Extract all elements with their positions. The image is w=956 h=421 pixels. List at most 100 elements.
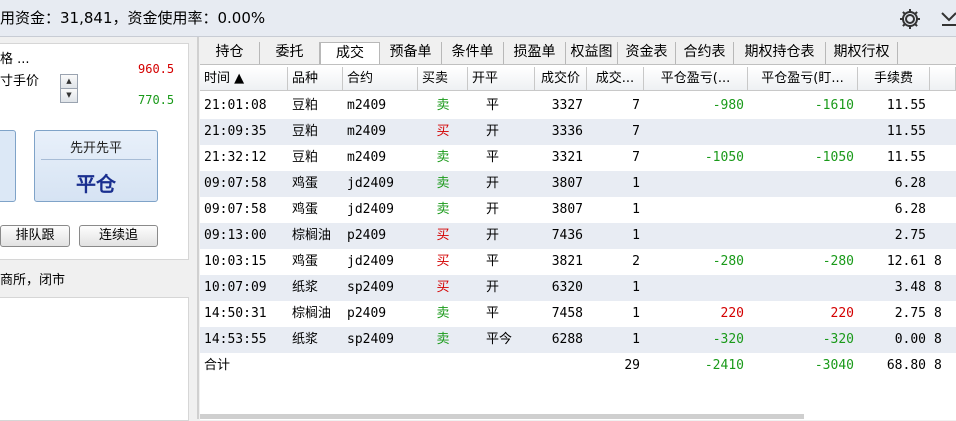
cell-price: 3336	[551, 124, 583, 139]
cell-contract: m2409	[347, 98, 387, 113]
table-row[interactable]: 10:03:15 鸡蛋 jd2409 买 平 3821 2 -280 -280 12.61 8	[200, 249, 956, 275]
cell-fee: 12.61	[886, 254, 926, 269]
panel-splitter[interactable]	[197, 37, 199, 419]
cell-time: 10:03:15	[204, 254, 267, 269]
cell-pnl2: -1050	[814, 150, 854, 165]
cell-qty: 7	[632, 124, 640, 139]
price-type-label[interactable]: 格 ...	[0, 48, 30, 67]
tab-4[interactable]: 条件单	[442, 42, 504, 64]
column-header[interactable]: 平仓盈亏(盯...	[748, 67, 858, 91]
collapse-icon[interactable]	[938, 7, 956, 31]
cell-fee: 2.75	[894, 306, 926, 321]
cell-pnl2	[748, 223, 858, 249]
tab-10[interactable]: 期权行权	[826, 42, 898, 64]
cell-variety: 鸡蛋	[292, 202, 319, 217]
table-row[interactable]: 10:07:09 纸浆 sp2409 买 开 6320 1 3.48 8	[200, 275, 956, 301]
continuous-chase-button[interactable]: 连续追	[79, 225, 158, 247]
cell-pnl2	[748, 275, 858, 301]
cell-time: 10:07:09	[204, 280, 267, 295]
cell-qty: 1	[632, 280, 640, 295]
tab-8[interactable]: 合约表	[676, 42, 734, 64]
cell-pnl2	[748, 119, 858, 145]
cell-variety: 豆粕	[292, 150, 319, 165]
cell-pnl2: -320	[822, 332, 854, 347]
column-header[interactable]: 合约	[343, 67, 418, 91]
cell-fee: 3.48	[894, 280, 926, 295]
column-header[interactable]: 时间 ▲	[200, 67, 288, 91]
cell-side: 卖	[436, 332, 450, 347]
cell-side: 卖	[436, 176, 450, 191]
close-position-button[interactable]: 先开先平 平仓	[34, 130, 158, 202]
cell-pnl1	[644, 197, 748, 223]
cell-time: 21:01:08	[204, 98, 267, 113]
open-order-button[interactable]	[0, 130, 16, 202]
column-header[interactable]: 开平	[468, 67, 535, 91]
close-label: 平仓	[76, 172, 116, 196]
column-header[interactable]: 成交...	[587, 67, 644, 91]
tab-0[interactable]: 持仓	[200, 42, 260, 64]
tab-1[interactable]: 委托	[260, 42, 320, 64]
gear-icon[interactable]	[898, 7, 922, 31]
cell-time: 09:07:58	[204, 202, 267, 217]
tab-2[interactable]: 成交	[320, 42, 380, 64]
cell-qty: 1	[632, 332, 640, 347]
cell-variety: 棕榈油	[292, 306, 332, 321]
spin-down-icon[interactable]: ▼	[60, 88, 78, 103]
cell-contract: sp2409	[347, 332, 394, 347]
table-row[interactable]: 21:09:35 豆粕 m2409 买 开 3336 7 11.55	[200, 119, 956, 145]
table-row[interactable]: 09:07:58 鸡蛋 jd2409 卖 开 3807 1 6.28	[200, 197, 956, 223]
column-header[interactable]: 买卖	[418, 67, 468, 91]
spin-up-icon[interactable]: ▲	[60, 74, 78, 89]
cell-extra: 8	[934, 254, 942, 269]
cell-price: 7436	[551, 228, 583, 243]
cell-offset: 开	[486, 228, 500, 243]
table-row[interactable]: 09:13:00 棕榈油 p2409 买 开 7436 1 2.75	[200, 223, 956, 249]
price-spinner[interactable]: ▲ ▼	[60, 74, 78, 103]
column-header-filler	[930, 67, 956, 91]
cell-extra: 8	[934, 306, 942, 321]
cell-pnl1	[644, 223, 748, 249]
cell-fee: 11.55	[886, 98, 926, 113]
exchange-status: 商所，闭市	[0, 273, 66, 288]
column-header[interactable]: 品种	[288, 67, 343, 91]
cell-fee: 11.55	[886, 150, 926, 165]
cell-qty: 7	[632, 98, 640, 113]
tab-5[interactable]: 损盈单	[504, 42, 566, 64]
table-row[interactable]: 21:32:12 豆粕 m2409 卖 平 3321 7 -1050 -1050 11.55	[200, 145, 956, 171]
cell-qty: 1	[632, 176, 640, 191]
cell-pnl2: 220	[830, 306, 854, 321]
cell-contract: p2409	[347, 306, 387, 321]
account-status-bar: 用资金：31,841，资金使用率：0.00%	[0, 0, 956, 37]
cell-time: 09:07:58	[204, 176, 267, 191]
column-header[interactable]: 成交价	[535, 67, 587, 91]
table-row[interactable]: 09:07:58 鸡蛋 jd2409 卖 开 3807 1 6.28	[200, 171, 956, 197]
cell-price: 3807	[551, 176, 583, 191]
cell-pnl2: -3040	[814, 358, 854, 373]
cell-fee: 68.80	[886, 358, 926, 373]
cell-qty: 2	[632, 254, 640, 269]
tab-7[interactable]: 资金表	[618, 42, 676, 64]
tab-3[interactable]: 预备单	[380, 42, 442, 64]
queue-follow-button[interactable]: 排队跟	[0, 225, 70, 247]
horizontal-scrollbar[interactable]	[200, 414, 804, 419]
cell-extra	[930, 171, 956, 197]
column-header[interactable]: 手续费	[858, 67, 930, 91]
cell-contract: m2409	[347, 124, 387, 139]
cell-pnl2	[748, 197, 858, 223]
cell-pnl1	[644, 275, 748, 301]
cell-side: 买	[436, 124, 450, 139]
cell-variety: 鸡蛋	[292, 254, 319, 269]
cell-pnl2: -1610	[814, 98, 854, 113]
cell-pnl1: -320	[712, 332, 744, 347]
tab-9[interactable]: 期权持仓表	[734, 42, 826, 64]
table-row[interactable]: 14:50:31 棕榈油 p2409 卖 平 7458 1 220 220 2.75 8	[200, 301, 956, 327]
table-row[interactable]: 14:53:55 纸浆 sp2409 卖 平今 6288 1 -320 -320 0.00 8	[200, 327, 956, 353]
tab-6[interactable]: 权益图	[566, 42, 618, 64]
table-row[interactable]: 21:01:08 豆粕 m2409 卖 平 3327 7 -980 -1610 11.55	[200, 93, 956, 119]
cell-qty: 1	[632, 228, 640, 243]
cell-pnl1: 220	[720, 306, 744, 321]
cell-side: 卖	[436, 98, 450, 113]
column-header[interactable]: 平仓盈亏(...	[644, 67, 748, 91]
cell-offset: 平	[486, 254, 500, 269]
cell-price: 3327	[551, 98, 583, 113]
